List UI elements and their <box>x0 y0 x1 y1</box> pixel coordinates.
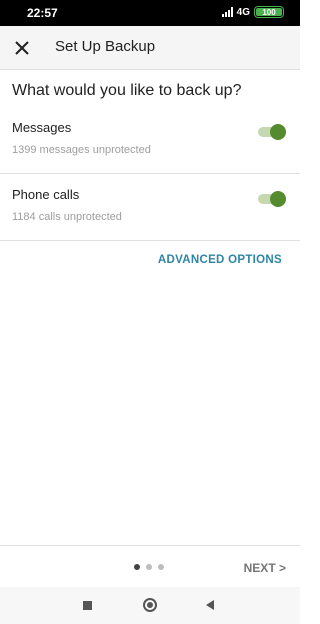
footer: NEXT > <box>0 545 300 587</box>
page-title: Set Up Backup <box>55 38 156 55</box>
toggle-thumb <box>270 191 286 207</box>
option-title: Phone calls <box>12 187 80 202</box>
page-dot-active <box>134 564 140 570</box>
battery-icon: 100 <box>254 6 284 18</box>
option-subtitle: 1399 messages unprotected <box>12 144 151 156</box>
status-bar: 22:57 4G 100 <box>0 0 300 26</box>
option-subtitle: 1184 calls unprotected <box>12 211 122 223</box>
status-time: 22:57 <box>27 6 58 20</box>
back-icon[interactable] <box>206 600 214 610</box>
backup-question: What would you like to back up? <box>12 82 242 99</box>
phone-calls-toggle[interactable] <box>258 191 286 207</box>
advanced-options-button[interactable]: ADVANCED OPTIONS <box>158 254 282 266</box>
recents-icon[interactable] <box>83 601 92 610</box>
messages-toggle[interactable] <box>258 124 286 140</box>
system-nav-bar <box>0 587 300 624</box>
option-messages[interactable]: Messages 1399 messages unprotected <box>0 108 300 174</box>
page-dot <box>146 564 152 570</box>
page-dot <box>158 564 164 570</box>
app-bar: Set Up Backup <box>0 26 300 70</box>
option-title: Messages <box>12 120 72 135</box>
option-phone-calls[interactable]: Phone calls 1184 calls unprotected <box>0 175 300 241</box>
signal-icon <box>221 7 233 17</box>
page-indicator <box>134 564 164 570</box>
network-type: 4G <box>236 6 250 18</box>
battery-level: 100 <box>262 7 276 17</box>
toggle-thumb <box>270 124 286 140</box>
close-icon <box>15 41 29 55</box>
home-icon[interactable] <box>143 598 157 612</box>
next-button[interactable]: NEXT > <box>244 561 286 575</box>
close-button[interactable] <box>10 36 34 60</box>
status-icons: 4G 100 <box>221 6 284 18</box>
